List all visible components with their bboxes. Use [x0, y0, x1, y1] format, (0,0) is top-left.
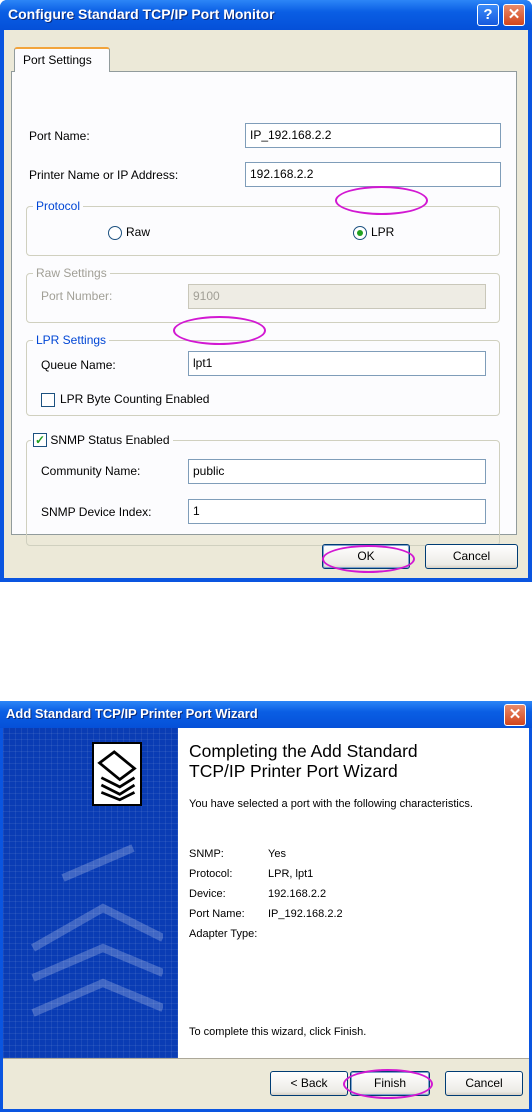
- summary-key-device: Device:: [189, 888, 226, 900]
- summary-key-protocol: Protocol:: [189, 868, 233, 880]
- summary-value-device: 192.168.2.2: [268, 888, 327, 900]
- community-name-input[interactable]: public: [188, 459, 486, 484]
- port-number-input: 9100: [188, 284, 486, 309]
- wizard-title: Add Standard TCP/IP Printer Port Wizard: [6, 706, 258, 721]
- device-index-input[interactable]: 1: [188, 499, 486, 524]
- wizard-title-bar[interactable]: Add Standard TCP/IP Printer Port Wizard …: [0, 701, 532, 728]
- wizard-footer-text: To complete this wizard, click Finish.: [189, 1026, 367, 1038]
- printer-watermark-icon: [31, 844, 163, 1017]
- finish-button[interactable]: Finish: [350, 1071, 430, 1096]
- wizard-intro: You have selected a port with the follow…: [189, 798, 473, 810]
- byte-counting-checkbox[interactable]: [41, 393, 55, 407]
- radio-selected-dot: [357, 230, 363, 236]
- configure-port-dialog: Configure Standard TCP/IP Port Monitor ?…: [0, 0, 532, 582]
- wizard-close-icon[interactable]: ✕: [504, 704, 526, 726]
- raw-settings-legend: Raw Settings: [33, 266, 110, 280]
- ok-button[interactable]: OK: [322, 544, 410, 569]
- protocol-legend: Protocol: [33, 199, 84, 213]
- summary-value-snmp: Yes: [268, 848, 286, 860]
- lpr-settings-group: LPR Settings Queue Name: lpt1 LPR Byte C…: [26, 333, 500, 416]
- summary-key-port-name: Port Name:: [189, 908, 245, 920]
- snmp-checkbox-label[interactable]: SNMP Status Enabled: [50, 433, 169, 447]
- summary-value-protocol: LPR, lpt1: [268, 868, 314, 880]
- wizard-body: Completing the Add Standard TCP/IP Print…: [3, 728, 529, 1109]
- port-name-label: Port Name:: [29, 129, 90, 143]
- raw-settings-group: Raw Settings Port Number: 9100: [26, 266, 500, 323]
- raw-radio-label[interactable]: Raw: [126, 225, 150, 239]
- snmp-legend: ✓ SNMP Status Enabled: [31, 432, 173, 447]
- tab-port-settings[interactable]: Port Settings: [14, 47, 110, 72]
- raw-radio[interactable]: [108, 226, 122, 240]
- summary-key-snmp: SNMP:: [189, 848, 224, 860]
- lpr-radio[interactable]: [353, 226, 367, 240]
- port-name-input[interactable]: IP_192.168.2.2: [245, 123, 501, 148]
- back-button[interactable]: < Back: [270, 1071, 348, 1096]
- help-icon[interactable]: ?: [477, 4, 499, 26]
- snmp-checkbox[interactable]: ✓: [33, 432, 47, 447]
- wizard-dialog: Add Standard TCP/IP Printer Port Wizard …: [0, 701, 532, 1112]
- close-icon[interactable]: ✕: [503, 4, 525, 26]
- cancel-button[interactable]: Cancel: [425, 544, 518, 569]
- printer-port-icon: [92, 742, 142, 806]
- byte-counting-label[interactable]: LPR Byte Counting Enabled: [60, 392, 209, 406]
- wizard-button-bar: < Back Finish Cancel: [3, 1058, 529, 1109]
- community-name-label: Community Name:: [41, 464, 141, 478]
- queue-name-input[interactable]: lpt1: [188, 351, 486, 376]
- snmp-group: ✓ SNMP Status Enabled Community Name: pu…: [26, 432, 500, 546]
- device-index-label: SNMP Device Index:: [41, 505, 152, 519]
- wizard-heading-line2: TCP/IP Printer Port Wizard: [189, 761, 398, 781]
- wizard-side-banner: [3, 728, 178, 1058]
- tab-panel: Port Name: IP_192.168.2.2 Printer Name o…: [11, 71, 517, 546]
- title-bar[interactable]: Configure Standard TCP/IP Port Monitor ?…: [0, 0, 532, 30]
- summary-value-port-name: IP_192.168.2.2: [268, 908, 343, 920]
- protocol-group: Protocol Raw LPR: [26, 199, 500, 256]
- queue-name-label: Queue Name:: [41, 358, 116, 372]
- summary-key-adapter-type: Adapter Type:: [189, 928, 258, 940]
- wizard-cancel-button[interactable]: Cancel: [445, 1071, 523, 1096]
- lpr-radio-label[interactable]: LPR: [371, 225, 394, 239]
- wizard-heading: Completing the Add Standard TCP/IP Print…: [189, 741, 519, 781]
- printer-address-label: Printer Name or IP Address:: [29, 168, 179, 182]
- printer-address-input[interactable]: 192.168.2.2: [245, 162, 501, 187]
- wizard-heading-line1: Completing the Add Standard: [189, 741, 418, 761]
- port-number-label: Port Number:: [41, 289, 113, 303]
- lpr-settings-legend: LPR Settings: [33, 333, 110, 347]
- dialog-body: Port Name: IP_192.168.2.2 Printer Name o…: [4, 30, 528, 578]
- dialog-title: Configure Standard TCP/IP Port Monitor: [8, 6, 275, 22]
